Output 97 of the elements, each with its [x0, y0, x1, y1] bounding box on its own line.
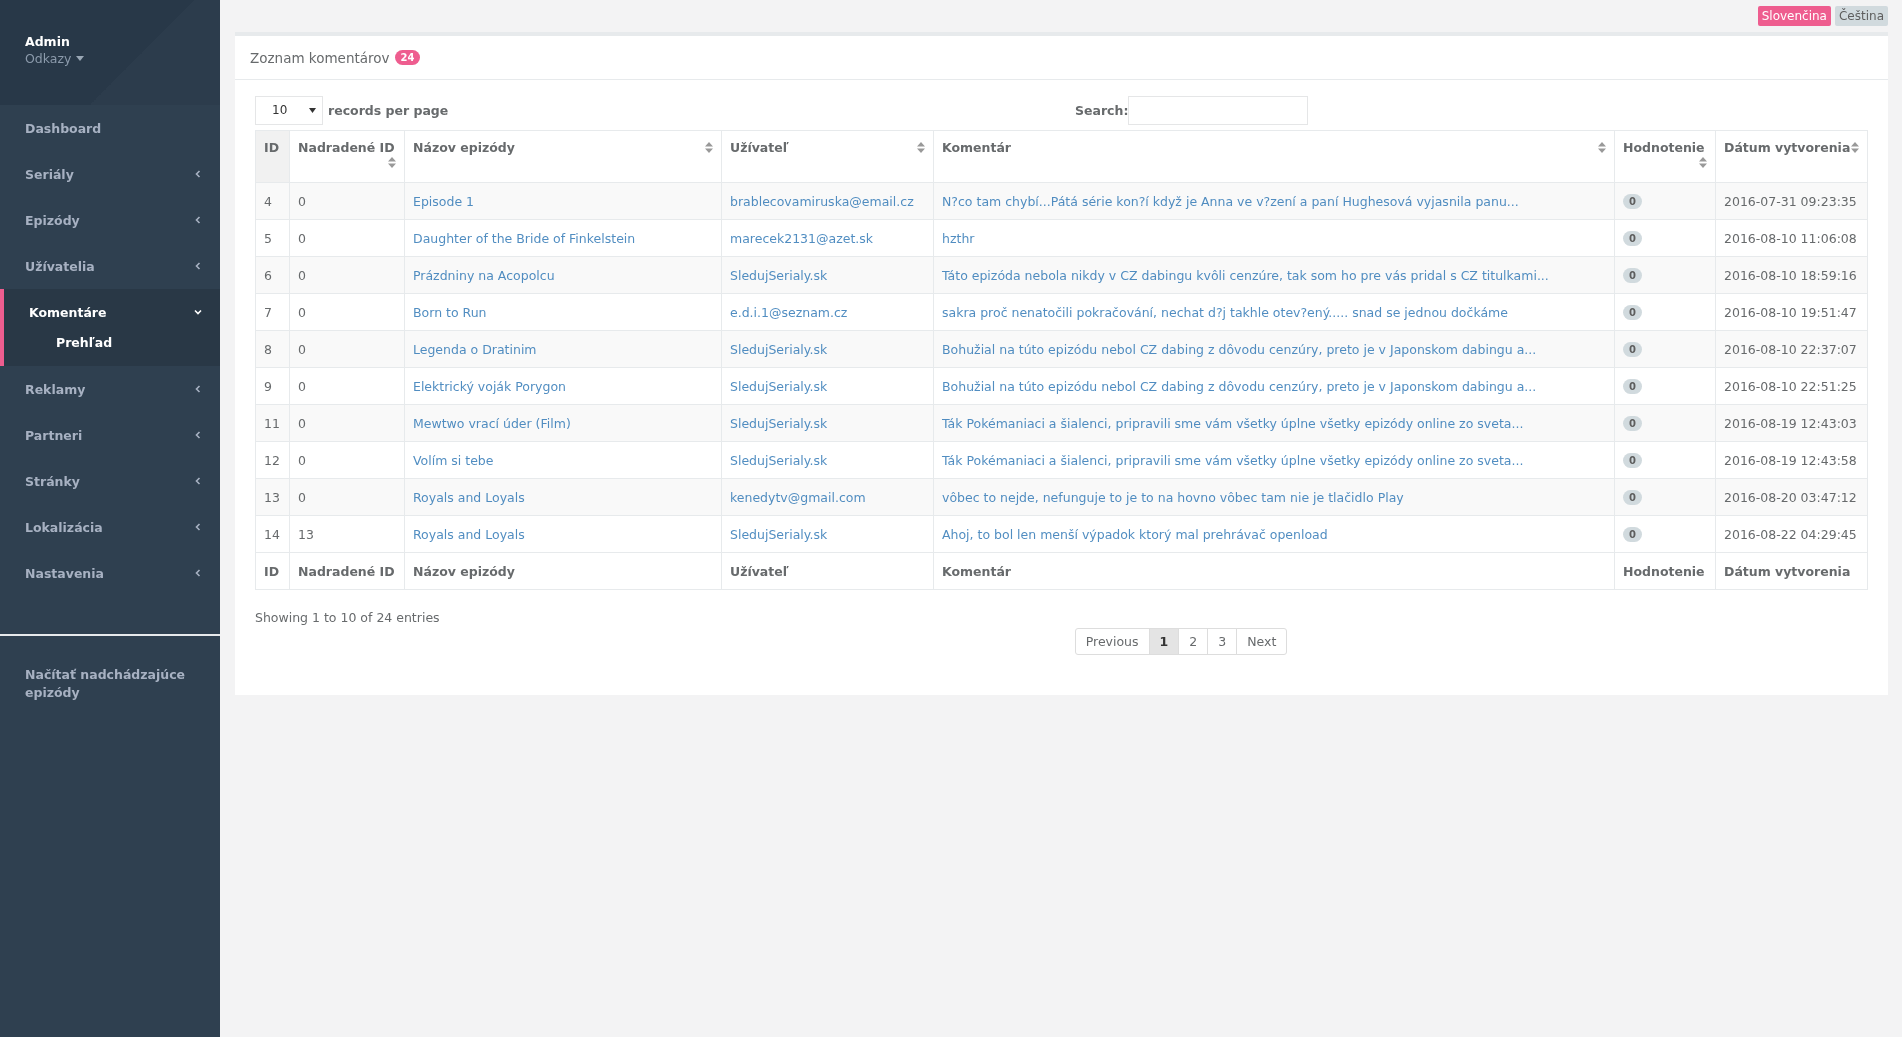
column-header[interactable]: Komentár	[933, 130, 1615, 183]
table-cell: 0	[289, 478, 405, 516]
table-cell: 0	[289, 330, 405, 368]
previous-button[interactable]: Previous	[1074, 628, 1150, 655]
rating-badge: 0	[1623, 490, 1642, 505]
count-badge: 24	[394, 50, 421, 65]
table-cell: 0	[289, 182, 405, 220]
table-cell: 2016-08-20 03:47:12	[1715, 478, 1868, 516]
episode-link[interactable]: Episode 1	[413, 193, 475, 209]
table-cell: 2016-07-31 09:23:35	[1715, 182, 1868, 220]
user-link[interactable]: SledujSerialy.sk	[730, 378, 828, 394]
table-cell: 0	[289, 256, 405, 294]
sidebar-item[interactable]: Užívatelia	[4, 243, 220, 289]
table-cell: 2016-08-22 04:29:45	[1715, 515, 1868, 553]
sidebar-item[interactable]: Seriály	[4, 151, 220, 197]
column-header[interactable]: Dátum vytvorenia	[1715, 130, 1868, 183]
column-header[interactable]: Názov epizódy	[404, 130, 722, 183]
sidebar-item[interactable]: Nastavenia	[4, 550, 220, 596]
user-link[interactable]: SledujSerialy.sk	[730, 267, 828, 283]
column-header[interactable]: Hodnotenie	[1614, 130, 1716, 183]
table-cell: 0	[289, 219, 405, 257]
rating-badge: 0	[1623, 231, 1642, 246]
column-footer: Názov epizódy	[404, 552, 722, 590]
episode-link[interactable]: Royals and Loyals	[413, 489, 525, 505]
sidebar-link[interactable]: Načítať nadchádzajúce epizódy	[0, 666, 220, 703]
episode-link[interactable]: Volím si tebe	[413, 452, 494, 468]
column-footer: ID	[255, 552, 290, 590]
table-cell: 13	[289, 515, 405, 553]
sidebar-item[interactable]: Stránky	[4, 458, 220, 504]
table-cell: 0	[289, 441, 405, 479]
table-cell: 5	[255, 219, 290, 257]
page-button[interactable]: 3	[1207, 628, 1238, 655]
caret-icon	[309, 107, 316, 113]
records-label: records per page	[328, 102, 449, 118]
records-select[interactable]: 10	[255, 95, 323, 125]
table-cell: 13	[255, 478, 290, 516]
sidebar-item[interactable]: Lokalizácia	[4, 504, 220, 550]
table-cell: 2016-08-10 18:59:16	[1715, 256, 1868, 294]
language-button[interactable]: Slovenčina	[1757, 6, 1831, 26]
sidebar-item[interactable]: Epizódy	[4, 197, 220, 243]
sidebar-item[interactable]: Dashboard	[4, 105, 220, 151]
rating-badge: 0	[1623, 453, 1642, 468]
user-link[interactable]: SledujSerialy.sk	[730, 526, 828, 542]
column-footer: Dátum vytvorenia	[1715, 552, 1868, 590]
sidebar-item[interactable]: Partneri	[4, 412, 220, 458]
column-footer: Komentár	[933, 552, 1615, 590]
column-footer: Hodnotenie	[1614, 552, 1716, 590]
table-cell: 2016-08-10 19:51:47	[1715, 293, 1868, 331]
table-cell: 2016-08-10 11:06:08	[1715, 219, 1868, 257]
user-link[interactable]: SledujSerialy.sk	[730, 341, 828, 357]
column-footer: Nadradené ID	[289, 552, 405, 590]
table-cell: 0	[289, 404, 405, 442]
column-footer: Užívateľ	[721, 552, 934, 590]
table-cell: 12	[255, 441, 290, 479]
rating-badge: 0	[1623, 379, 1642, 394]
user-link[interactable]: SledujSerialy.sk	[730, 452, 828, 468]
table-cell: 11	[255, 404, 290, 442]
table-cell: 6	[255, 256, 290, 294]
page-button[interactable]: 2	[1178, 628, 1209, 655]
table-cell: 2016-08-10 22:51:25	[1715, 367, 1868, 405]
entries-info: Showing 1 to 10 of 24 entries	[255, 610, 441, 625]
caret-icon	[76, 56, 85, 61]
comment-link[interactable]: hzthr	[942, 230, 975, 246]
rating-badge: 0	[1623, 527, 1642, 542]
panel-title: Zoznam komentárov	[250, 49, 390, 66]
user-link[interactable]: SledujSerialy.sk	[730, 415, 828, 431]
column-header[interactable]: ID	[255, 130, 290, 183]
episode-link[interactable]: Prázdniny na Acopolcu	[413, 267, 555, 283]
table-cell: 2016-08-19 12:43:03	[1715, 404, 1868, 442]
search-label: Search:	[1075, 102, 1129, 118]
table-cell: 4	[255, 182, 290, 220]
rating-badge: 0	[1623, 305, 1642, 320]
table-cell: 9	[255, 367, 290, 405]
episode-link[interactable]: Legenda o Dratinim	[413, 341, 537, 357]
table-cell: 14	[255, 515, 290, 553]
table-cell: 7	[255, 293, 290, 331]
table-cell: 0	[289, 367, 405, 405]
rating-badge: 0	[1623, 342, 1642, 357]
table-cell: 0	[289, 293, 405, 331]
user-menu-link[interactable]: Odkazy	[25, 51, 85, 66]
episode-link[interactable]: Born to Run	[413, 304, 487, 320]
column-header[interactable]: Nadradené ID	[289, 130, 405, 183]
column-header[interactable]: Užívateľ	[721, 130, 934, 183]
search-field[interactable]	[1128, 95, 1309, 125]
table-cell: 8	[255, 330, 290, 368]
sidebar-item[interactable]: Reklamy	[4, 366, 220, 412]
rating-badge: 0	[1623, 268, 1642, 283]
user-name: Admin	[25, 34, 71, 49]
sidebar-item[interactable]: Komentáre	[4, 289, 220, 335]
language-button[interactable]: Čeština	[1835, 6, 1888, 26]
next-button[interactable]: Next	[1236, 628, 1288, 655]
episode-link[interactable]: Royals and Loyals	[413, 526, 525, 542]
rating-badge: 0	[1623, 416, 1642, 431]
table-cell: 2016-08-10 22:37:07	[1715, 330, 1868, 368]
sidebar-subitem[interactable]: Prehľad	[4, 335, 220, 366]
table-cell: 2016-08-19 12:43:58	[1715, 441, 1868, 479]
rating-badge: 0	[1623, 194, 1642, 209]
